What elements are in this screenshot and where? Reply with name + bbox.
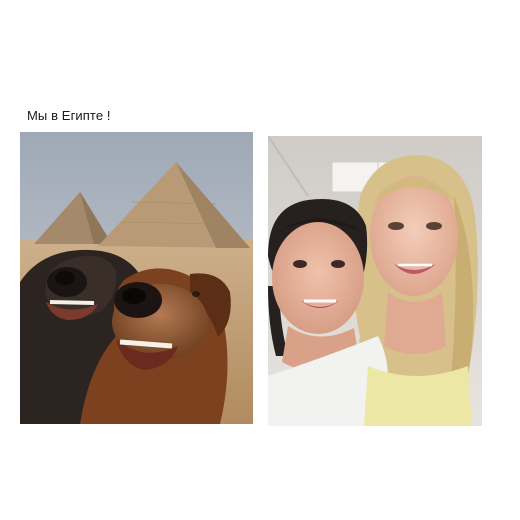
women-selfie-photo: [268, 136, 482, 426]
dogs-pyramids-photo: [20, 132, 253, 424]
women-selfie-illustration: [268, 136, 482, 426]
dogs-pyramids-illustration: [20, 132, 253, 424]
post-caption: Мы в Египте !: [27, 108, 111, 123]
woman-left-face: [272, 222, 364, 334]
